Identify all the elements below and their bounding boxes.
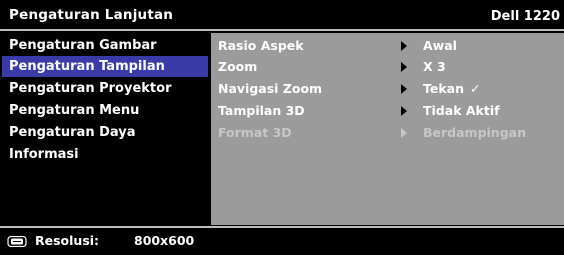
setting-value-text: Tekan [423,81,464,96]
arrow-right-icon [401,128,407,138]
sidebar-item-pengaturan-proyektor[interactable]: Pengaturan Proyektor [0,78,211,99]
arrow-right-icon [401,84,407,94]
resolution-value: 800x600 [134,233,195,248]
setting-value: Tidak Aktif [423,103,500,118]
monitor-icon [7,236,27,247]
setting-value: X 3 [423,59,446,74]
setting-label: Tampilan 3D [218,103,305,118]
setting-row-tampilan-3d[interactable]: Tampilan 3D Tidak Aktif [211,100,564,121]
sidebar: Pengaturan Gambar Pengaturan Tampilan Pe… [0,33,211,225]
arrow-right-icon [401,41,407,51]
setting-value: Berdampingan [423,125,526,140]
page-title: Pengaturan Lanjutan [9,7,174,23]
model-label: Dell 1220 [490,9,560,24]
setting-row-zoom[interactable]: Zoom X 3 [211,56,564,77]
setting-label: Navigasi Zoom [218,81,323,96]
status-divider [0,226,564,228]
sidebar-item-pengaturan-daya[interactable]: Pengaturan Daya [0,122,211,143]
sidebar-item-pengaturan-gambar[interactable]: Pengaturan Gambar [0,35,211,56]
osd-window: Pengaturan Lanjutan Dell 1220 Pengaturan… [0,0,564,255]
setting-value: Tekan ✓ [423,78,480,99]
settings-panel: Rasio Aspek Awal Zoom X 3 Navigasi Zoom … [211,33,564,225]
setting-label: Format 3D [218,125,292,140]
arrow-right-icon [401,106,407,116]
title-divider [0,29,564,31]
sidebar-item-pengaturan-menu[interactable]: Pengaturan Menu [0,100,211,121]
checkmark-icon: ✓ [470,81,481,96]
setting-label: Rasio Aspek [218,38,304,53]
setting-label: Zoom [218,59,258,74]
sidebar-item-pengaturan-tampilan[interactable]: Pengaturan Tampilan [2,56,208,77]
setting-row-format-3d: Format 3D Berdampingan [211,122,564,143]
resolution-label: Resolusi: [35,233,100,248]
setting-value: Awal [423,38,457,53]
setting-row-navigasi-zoom[interactable]: Navigasi Zoom Tekan ✓ [211,78,564,99]
setting-row-rasio-aspek[interactable]: Rasio Aspek Awal [211,35,564,56]
sidebar-item-informasi[interactable]: Informasi [0,144,211,165]
arrow-right-icon [401,62,407,72]
